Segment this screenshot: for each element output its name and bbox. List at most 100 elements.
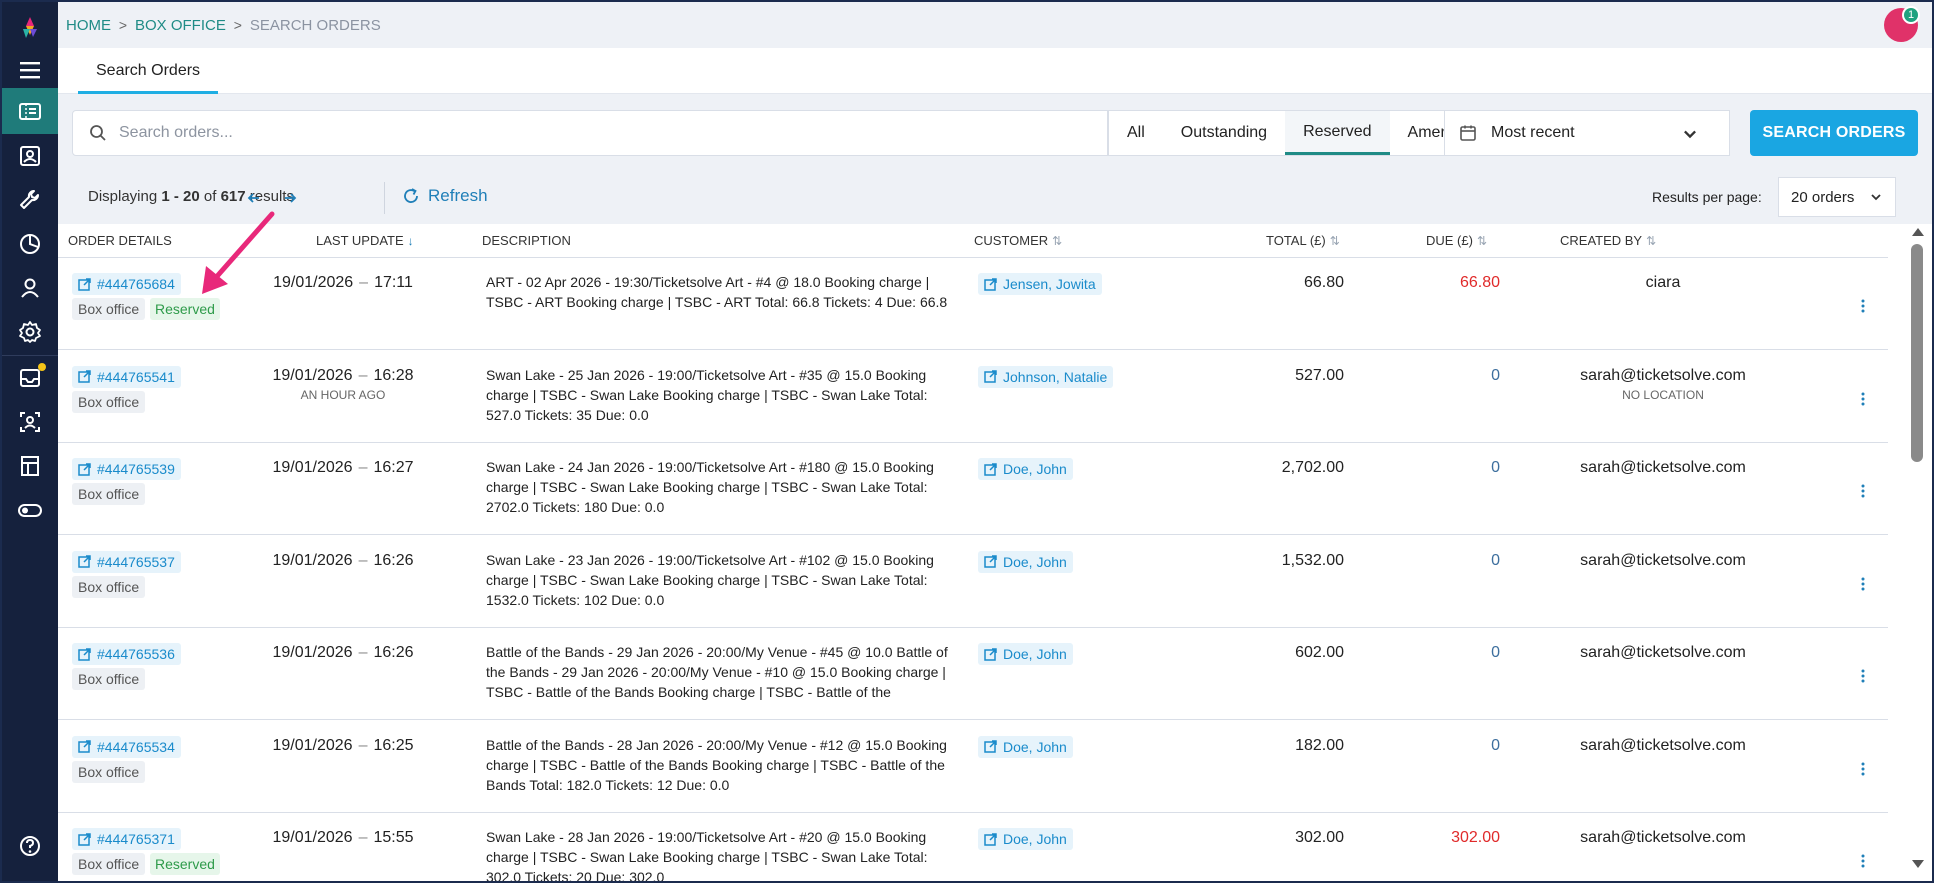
tab-search-orders[interactable]: Search Orders — [78, 48, 219, 94]
sort-select[interactable]: Most recent — [1444, 110, 1730, 156]
order-total: 66.80 — [1303, 274, 1344, 291]
sort-desc-icon: ↓ — [407, 233, 414, 248]
order-total: 302.00 — [1295, 829, 1344, 846]
more-vertical-icon[interactable] — [1856, 481, 1870, 501]
column-due[interactable]: DUE (£) ⇅ — [1426, 233, 1487, 248]
more-vertical-icon[interactable] — [1856, 759, 1870, 779]
status-filter: All Outstanding Reserved Amended — [1108, 110, 1496, 156]
order-due: 0 — [1491, 551, 1500, 569]
contact-card-icon[interactable] — [2, 134, 58, 178]
column-customer[interactable]: CUSTOMER ⇅ — [974, 233, 1062, 248]
notification-badge: 1 — [1902, 6, 1920, 24]
scroll-up-arrow[interactable] — [1912, 228, 1924, 236]
channel-badge: Box office — [72, 298, 146, 320]
created-by: sarah@ticketsolve.com — [1580, 736, 1746, 754]
inbox-notification-dot — [38, 363, 46, 371]
last-update: 19/01/2026–16:27 — [272, 459, 414, 476]
help-icon[interactable] — [2, 824, 58, 868]
last-update: 19/01/2026–16:28 — [272, 366, 414, 384]
wrench-icon[interactable] — [2, 178, 58, 222]
table-row[interactable]: #444765534 Box office 19/01/2026–16:25 Batt… — [58, 721, 1888, 813]
order-total: 2,702.00 — [1281, 459, 1344, 476]
order-link[interactable]: #444765534 — [72, 735, 181, 758]
scrollbar-thumb[interactable] — [1911, 244, 1923, 462]
table-row[interactable]: #444765684 Box office Reserved 19/01/2026–1… — [58, 258, 1888, 350]
external-link-icon — [984, 462, 997, 476]
filter-all[interactable]: All — [1109, 111, 1163, 155]
customer-link[interactable]: Johnson, Natalie — [978, 365, 1114, 388]
created-location: NO LOCATION — [1622, 387, 1704, 402]
channel-badge: Box office — [72, 390, 146, 413]
annotation-arrow — [202, 211, 275, 294]
column-created-by[interactable]: CREATED BY ⇅ — [1560, 233, 1656, 248]
more-vertical-icon[interactable] — [1856, 574, 1870, 594]
order-description: Swan Lake - 24 Jan 2026 - 19:00/Ticketso… — [486, 459, 934, 515]
more-vertical-icon[interactable] — [1856, 851, 1870, 871]
external-link-icon — [78, 277, 91, 291]
order-link[interactable]: #444765541 — [72, 365, 181, 388]
created-by: sarah@ticketsolve.com — [1580, 644, 1746, 661]
refresh-icon — [404, 188, 418, 203]
orders-table: #444765684 Box office Reserved 19/01/2026–1… — [58, 258, 1888, 881]
more-vertical-icon[interactable] — [1856, 666, 1870, 686]
order-link[interactable]: #444765684 — [72, 273, 181, 295]
refresh-button[interactable]: Refresh — [402, 186, 488, 206]
layout-icon[interactable] — [2, 444, 58, 488]
relative-time: AN HOUR AGO — [300, 387, 386, 402]
breadcrumb-box-office[interactable]: BOX OFFICE — [135, 17, 226, 34]
search-box — [72, 110, 1108, 156]
more-vertical-icon[interactable] — [1856, 296, 1870, 316]
search-orders-button[interactable]: SEARCH ORDERS — [1750, 110, 1918, 156]
customer-link[interactable]: Doe, John — [978, 735, 1073, 758]
table-row[interactable]: #444765536 Box office 19/01/2026–16:26 Batt… — [58, 628, 1888, 720]
sort-icon: ⇅ — [1329, 233, 1340, 248]
filter-outstanding[interactable]: Outstanding — [1163, 111, 1285, 155]
table-row[interactable]: #444765539 Box office 19/01/2026–16:27 Swan… — [58, 443, 1888, 535]
column-description: DESCRIPTION — [482, 233, 571, 248]
column-last-update[interactable]: LAST UPDATE ↓ — [316, 233, 414, 248]
refresh-label: Refresh — [428, 186, 488, 205]
table-row[interactable]: #444765541 Box office 19/01/2026–16:28 AN H… — [58, 351, 1888, 443]
customer-link[interactable]: Jensen, Jowita — [978, 273, 1102, 295]
divider — [384, 182, 385, 214]
customer-link[interactable]: Doe, John — [978, 550, 1073, 573]
column-total[interactable]: TOTAL (£) ⇅ — [1266, 233, 1340, 248]
user-icon[interactable] — [2, 266, 58, 310]
toggle-icon[interactable] — [2, 488, 58, 532]
breadcrumb-separator: > — [233, 17, 242, 33]
search-input[interactable] — [119, 124, 1019, 142]
ticket-icon[interactable] — [2, 88, 58, 134]
customer-link[interactable]: Doe, John — [978, 458, 1073, 480]
breadcrumb-home[interactable]: HOME — [66, 17, 111, 34]
external-link-icon — [78, 462, 91, 476]
breadcrumb: HOME > BOX OFFICE > SEARCH ORDERS 1 — [58, 2, 1932, 48]
order-due: 0 — [1491, 366, 1500, 384]
order-due: 0 — [1491, 459, 1500, 476]
external-link-icon — [984, 555, 997, 568]
settings-icon[interactable] — [2, 310, 58, 354]
order-link[interactable]: #444765537 — [72, 550, 181, 573]
scan-user-icon[interactable] — [2, 400, 58, 444]
scroll-down-arrow[interactable] — [1912, 860, 1924, 868]
external-link-icon — [78, 555, 91, 568]
last-update: 19/01/2026–16:25 — [272, 736, 414, 754]
inbox-icon[interactable] — [2, 356, 58, 400]
order-link[interactable]: #444765539 — [72, 458, 181, 480]
last-update: 19/01/2026–16:26 — [272, 644, 414, 661]
customer-link[interactable]: Doe, John — [978, 828, 1073, 850]
table-row[interactable]: #444765371 Box office Reserved 19/01/2026–1… — [58, 813, 1888, 881]
results-per-page-value: 20 orders — [1791, 188, 1855, 206]
filter-reserved[interactable]: Reserved — [1285, 111, 1390, 155]
sort-icon: ⇅ — [1476, 233, 1488, 248]
results-per-page-select[interactable]: 20 orders — [1778, 177, 1896, 217]
external-link-icon — [984, 647, 997, 661]
order-description: Swan Lake - 28 Jan 2026 - 19:00/Ticketso… — [486, 829, 928, 881]
created-by: sarah@ticketsolve.com — [1580, 459, 1746, 476]
order-link[interactable]: #444765371 — [72, 828, 181, 850]
channel-badge: Box office — [72, 853, 146, 875]
order-link[interactable]: #444765536 — [72, 643, 181, 665]
pie-chart-icon[interactable] — [2, 222, 58, 266]
customer-link[interactable]: Doe, John — [978, 643, 1073, 665]
table-row[interactable]: #444765537 Box office 19/01/2026–16:26 Swan… — [58, 536, 1888, 628]
more-vertical-icon[interactable] — [1856, 389, 1870, 409]
